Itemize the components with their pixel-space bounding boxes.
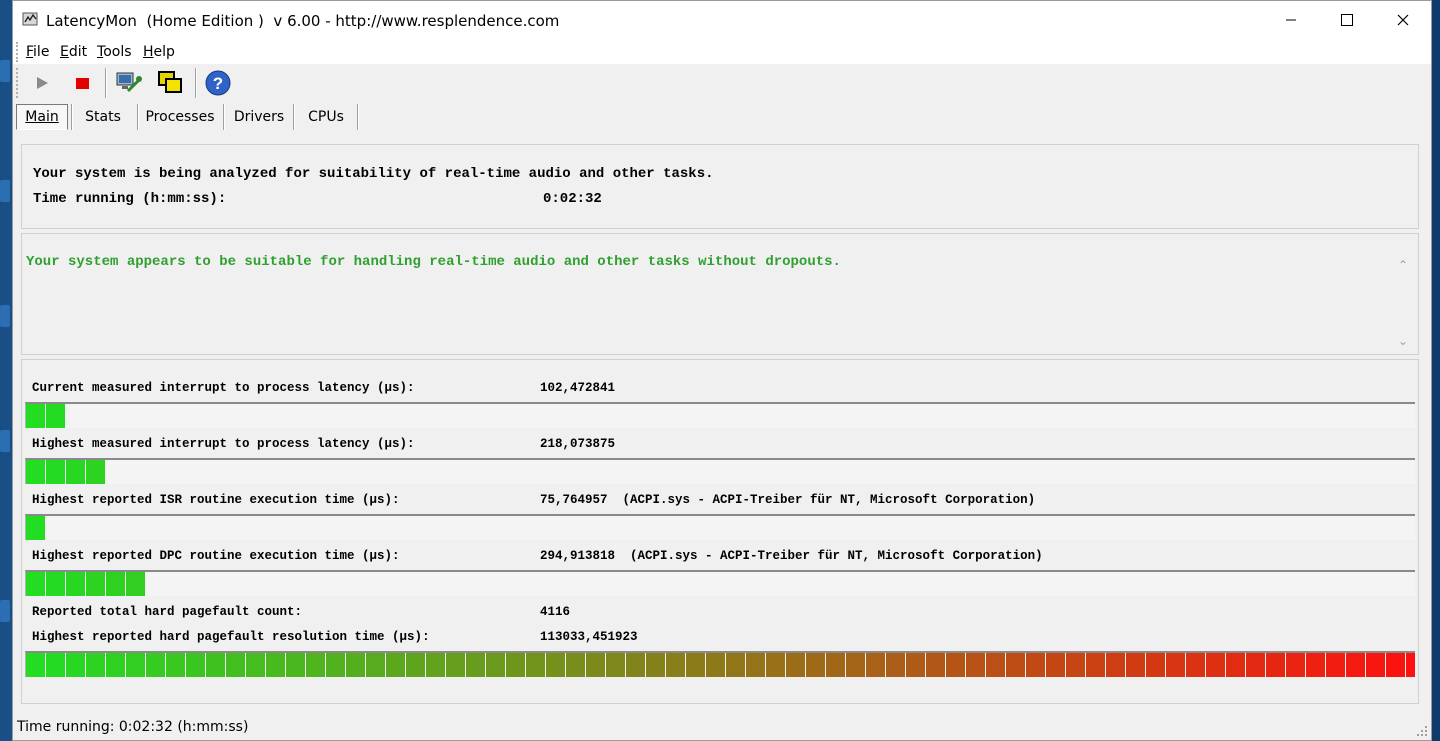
desktop-strip	[0, 0, 12, 741]
pagefault-count-value: 4116	[540, 605, 571, 619]
highest-latency-bar	[25, 458, 1415, 484]
tab-stats-label: Stats	[85, 109, 121, 125]
tab-cpus[interactable]: CPUs	[295, 104, 357, 130]
tab-cpus-label: CPUs	[308, 109, 344, 125]
summary-panel: Your system is being analyzed for suitab…	[21, 144, 1419, 229]
pagefault-time-value: 113033,451923	[540, 630, 638, 644]
start-button[interactable]	[27, 68, 57, 98]
menu-file-key: F	[26, 44, 34, 60]
tab-drivers-label: Drivers	[233, 109, 285, 125]
dpc-time-bar-fill	[26, 572, 146, 596]
time-running-label: Time running (h:mm:ss):	[33, 191, 227, 207]
scroll-up-icon[interactable]: ⌃	[1398, 258, 1412, 272]
analyzing-text: Your system is being analyzed for suitab…	[33, 166, 714, 182]
help-icon: ?	[205, 70, 231, 96]
maximize-button[interactable]	[1319, 1, 1375, 39]
current-latency-bar	[25, 402, 1415, 428]
current-latency-label: Current measured interrupt to process la…	[32, 381, 415, 395]
dpc-time-value: 294,913818 (ACPI.sys - ACPI-Treiber für …	[540, 549, 1043, 563]
tab-main[interactable]: Main	[16, 104, 68, 130]
menu-edit-label: dit	[68, 44, 88, 60]
isr-time-label: Highest reported ISR routine execution t…	[32, 493, 400, 507]
current-latency-value: 102,472841	[540, 381, 616, 395]
tab-processes-label: Processes	[145, 109, 215, 125]
dpc-time-bar	[25, 570, 1415, 596]
menu-file-label: ile	[33, 44, 50, 60]
time-running-value: 0:02:32	[543, 191, 602, 207]
isr-time-value: 75,764957 (ACPI.sys - ACPI-Treiber für N…	[540, 493, 1036, 507]
menu-bar: File Edit Tools Help	[13, 39, 1431, 64]
window-title: LatencyMon (Home Edition ) v 6.00 - http…	[46, 12, 560, 30]
status-bar: Time running: 0:02:32 (h:mm:ss)	[13, 714, 1431, 740]
system-info-button[interactable]	[113, 68, 143, 98]
desktop-icon[interactable]	[0, 430, 10, 452]
isr-time-bar	[25, 514, 1415, 540]
toolbar-grip[interactable]	[16, 68, 21, 98]
menu-help-label: elp	[153, 44, 175, 60]
svg-text:?: ?	[213, 74, 223, 93]
stop-button[interactable]	[67, 68, 97, 98]
menu-edit[interactable]: Edit	[60, 44, 87, 60]
scroll-down-icon[interactable]: ⌄	[1398, 334, 1412, 348]
monitor-wrench-icon	[116, 72, 142, 93]
minimize-button[interactable]	[1263, 1, 1319, 39]
tab-separator	[357, 104, 359, 130]
play-icon	[37, 77, 48, 89]
pagefault-time-bar	[25, 651, 1415, 677]
isr-time-bar-fill	[26, 516, 46, 540]
app-icon	[22, 12, 38, 26]
desktop-icon[interactable]	[0, 600, 10, 622]
toolbar-separator	[195, 68, 197, 98]
stop-icon	[76, 78, 89, 89]
close-icon	[1397, 14, 1409, 26]
help-button[interactable]: ?	[203, 68, 233, 98]
tab-drivers[interactable]: Drivers	[225, 104, 293, 130]
highest-latency-label: Highest measured interrupt to process la…	[32, 437, 415, 451]
toolbar-separator	[105, 68, 107, 98]
status-text: Time running: 0:02:32 (h:mm:ss)	[17, 719, 249, 735]
dpc-time-label: Highest reported DPC routine execution t…	[32, 549, 400, 563]
pagefault-time-bar-fill	[26, 653, 1415, 677]
title-bar[interactable]: LatencyMon (Home Edition ) v 6.00 - http…	[13, 1, 1431, 39]
menubar-grip[interactable]	[16, 42, 21, 62]
latencymon-window: LatencyMon (Home Edition ) v 6.00 - http…	[12, 0, 1432, 741]
current-latency-bar-fill	[26, 404, 66, 428]
pagefault-time-label: Highest reported hard pagefault resoluti…	[32, 630, 430, 644]
windows-icon	[158, 71, 182, 93]
metrics-panel: Current measured interrupt to process la…	[21, 359, 1419, 704]
toolbar: ?	[13, 64, 1431, 104]
verdict-panel: Your system appears to be suitable for h…	[21, 233, 1419, 355]
menu-help[interactable]: Help	[143, 44, 175, 60]
tab-stats[interactable]: Stats	[73, 104, 133, 130]
desktop-icon[interactable]	[0, 180, 10, 202]
highest-latency-value: 218,073875	[540, 437, 616, 451]
pagefault-count-label: Reported total hard pagefault count:	[32, 605, 303, 619]
menu-help-key: H	[143, 44, 154, 60]
close-button[interactable]	[1375, 1, 1431, 39]
verdict-text: Your system appears to be suitable for h…	[26, 254, 841, 270]
desktop-icon[interactable]	[0, 305, 10, 327]
minimize-icon	[1286, 19, 1296, 21]
window-view-button[interactable]	[155, 68, 185, 98]
resize-grip-icon[interactable]	[1416, 725, 1428, 737]
maximize-icon	[1341, 14, 1353, 26]
desktop-icon[interactable]	[0, 60, 10, 82]
tab-main-label: Main	[25, 109, 59, 125]
menu-edit-key: E	[60, 44, 69, 60]
highest-latency-bar-fill	[26, 460, 106, 484]
tab-bar: Main Stats Processes Drivers CPUs	[13, 104, 1431, 132]
menu-file[interactable]: File	[26, 44, 49, 60]
menu-tools-label: ools	[103, 44, 132, 60]
tab-processes[interactable]: Processes	[139, 104, 221, 130]
menu-tools[interactable]: Tools	[97, 44, 132, 60]
